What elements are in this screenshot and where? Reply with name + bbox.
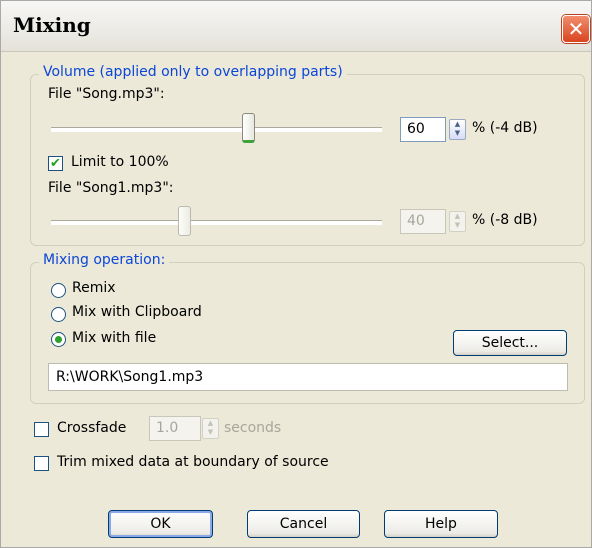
- file2-slider-thumb[interactable]: [178, 206, 191, 236]
- mix-clipboard-radio[interactable]: [51, 307, 66, 322]
- spin-down-icon[interactable]: ▼: [450, 221, 465, 230]
- mix-clipboard-label: Mix with Clipboard: [72, 304, 202, 320]
- dialog-title: Mixing: [13, 13, 91, 37]
- file1-volume-input[interactable]: 60: [400, 117, 446, 142]
- mixing-operation-legend: Mixing operation:: [39, 252, 170, 268]
- help-button[interactable]: Help: [384, 510, 498, 538]
- spin-up-icon[interactable]: ▲: [450, 212, 465, 221]
- file1-db-label: % (-4 dB): [472, 120, 538, 136]
- mix-file-label: Mix with file: [72, 330, 157, 346]
- limit-label: Limit to 100%: [71, 154, 169, 170]
- file1-label: File "Song.mp3":: [48, 86, 165, 102]
- spin-down-icon[interactable]: ▼: [203, 428, 218, 437]
- trim-checkbox[interactable]: [34, 456, 49, 471]
- file2-db-label: % (-8 dB): [472, 212, 538, 228]
- cancel-button[interactable]: Cancel: [247, 510, 360, 538]
- file1-slider-thumb[interactable]: [242, 113, 255, 143]
- crossfade-input[interactable]: 1.0: [149, 416, 201, 441]
- mixing-dialog: Mixing ✕ Volume (applied only to overlap…: [0, 0, 592, 548]
- crossfade-label: Crossfade: [57, 420, 127, 436]
- spin-up-icon[interactable]: ▲: [450, 120, 465, 129]
- select-file-button[interactable]: Select...: [453, 330, 567, 356]
- trim-label: Trim mixed data at boundary of source: [57, 454, 329, 470]
- remix-label: Remix: [72, 280, 116, 296]
- file2-spin-buttons[interactable]: ▲ ▼: [449, 211, 466, 232]
- file1-slider-track[interactable]: [51, 127, 382, 132]
- crossfade-checkbox[interactable]: [34, 422, 49, 437]
- close-icon[interactable]: ✕: [562, 15, 590, 43]
- file2-label: File "Song1.mp3":: [48, 180, 174, 196]
- crossfade-spin-buttons[interactable]: ▲ ▼: [202, 418, 219, 439]
- remix-radio[interactable]: [51, 283, 66, 298]
- limit-checkbox[interactable]: ✔: [48, 156, 63, 171]
- radio-selected-dot: [55, 336, 62, 343]
- spin-down-icon[interactable]: ▼: [450, 129, 465, 138]
- spin-up-icon[interactable]: ▲: [203, 419, 218, 428]
- volume-legend: Volume (applied only to overlapping part…: [39, 64, 347, 80]
- title-bar[interactable]: Mixing ✕: [1, 1, 591, 52]
- check-icon: ✔: [50, 156, 61, 171]
- mix-file-radio[interactable]: [51, 332, 66, 347]
- ok-button[interactable]: OK: [108, 510, 213, 538]
- file2-slider-track[interactable]: [51, 220, 382, 225]
- file2-volume-input[interactable]: 40: [400, 209, 446, 234]
- file-path-field[interactable]: R:\WORK\Song1.mp3: [48, 363, 568, 391]
- crossfade-unit: seconds: [224, 420, 282, 436]
- file1-spin-buttons[interactable]: ▲ ▼: [449, 119, 466, 140]
